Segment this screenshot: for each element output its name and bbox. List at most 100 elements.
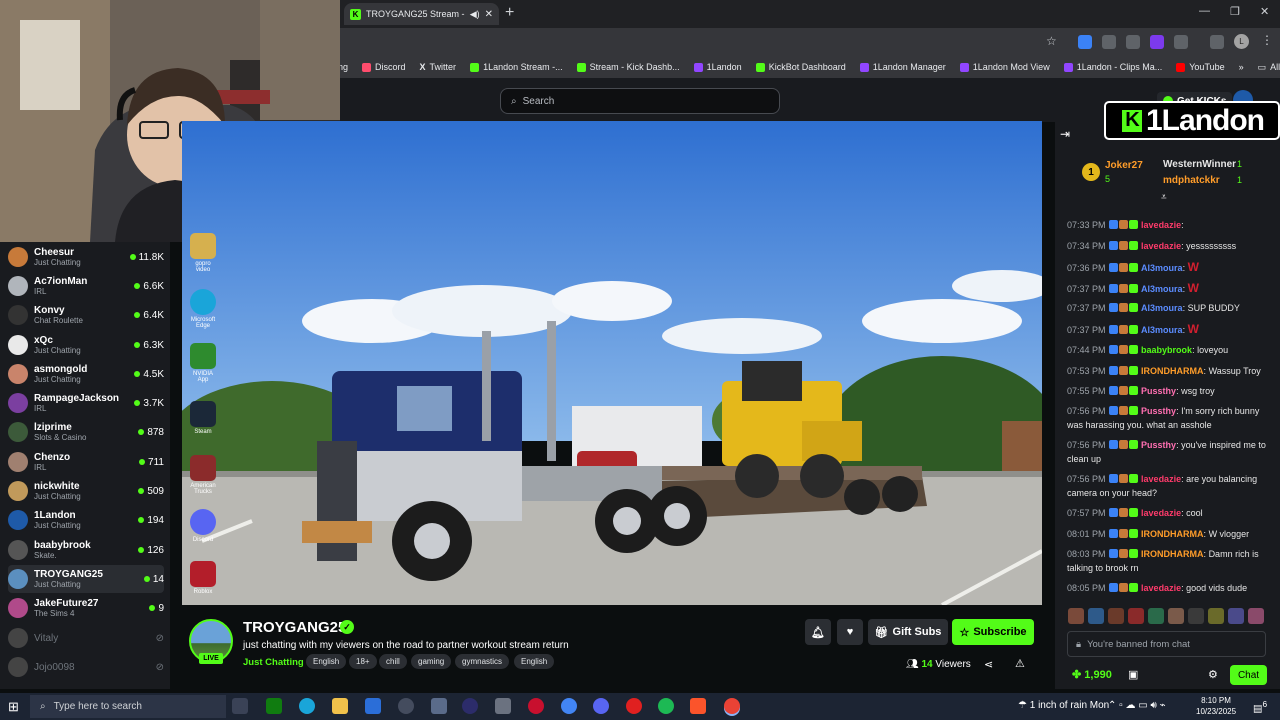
spotify-icon[interactable] — [658, 698, 674, 714]
chat-username[interactable]: lavedazie — [1141, 583, 1181, 593]
browser-tab-active[interactable]: K TROYGANG25 Stream - Wa ◀) ✕ — [344, 3, 499, 25]
chat-username[interactable]: Al3moura — [1141, 284, 1183, 294]
chat-username[interactable]: baabybrook — [1141, 345, 1192, 355]
sidebar-channel-item[interactable]: Chenzo IRL 711 — [8, 448, 164, 476]
bookmark-item[interactable]: 1Landon - Clips Ma... — [1063, 62, 1162, 72]
chat-username[interactable]: IRONDHARMA — [1141, 529, 1204, 539]
chat-username[interactable]: lavedazie — [1141, 220, 1181, 230]
streamer-name[interactable]: TROYGANG25 — [243, 619, 346, 636]
chat-username[interactable]: lavedazie — [1141, 241, 1181, 251]
collapse-chat-icon[interactable]: ⇥ — [1060, 127, 1070, 141]
gift-box-icon[interactable]: ▣ — [1128, 668, 1138, 681]
chat-username[interactable]: Al3moura — [1141, 325, 1183, 335]
emote-icon[interactable] — [1088, 608, 1104, 624]
tab-close-icon[interactable]: ✕ — [485, 9, 493, 20]
emote-icon[interactable] — [1248, 608, 1264, 624]
emote-icon[interactable] — [1108, 608, 1124, 624]
extension-icon[interactable] — [1126, 35, 1140, 49]
extension-icon[interactable] — [1078, 35, 1092, 49]
share-icon[interactable]: ⋖ — [984, 658, 993, 671]
stream-tag[interactable]: gaming — [411, 654, 452, 669]
minimize-icon[interactable]: — — [1199, 5, 1210, 17]
chat-username[interactable]: Pussthy — [1141, 386, 1176, 396]
emote-icon[interactable] — [1188, 608, 1204, 624]
bookmark-item[interactable]: X Twitter — [420, 62, 457, 72]
stream-tag[interactable]: gymnastics — [455, 654, 510, 669]
leaderboard-user[interactable]: WesternWinner — [1163, 159, 1236, 170]
bookmarks-overflow-icon[interactable]: » — [1239, 62, 1244, 72]
windows-start-icon[interactable]: ⊞ — [8, 699, 19, 715]
calculator-icon[interactable] — [431, 698, 447, 714]
gift-subs-button[interactable]: 🎁︎ Gift Subs — [868, 619, 948, 645]
restore-icon[interactable]: ❐ — [1230, 5, 1240, 18]
app-icon[interactable] — [561, 698, 577, 714]
bookmark-item[interactable]: Discord — [362, 62, 406, 72]
sidebar-channel-item[interactable]: Vitaly ⊘ — [8, 624, 164, 652]
expand-leaderboard-icon[interactable]: ⩡ — [1161, 192, 1167, 203]
emote-icon[interactable] — [1168, 608, 1184, 624]
notification-center-icon[interactable]: ▤6 — [1253, 699, 1267, 714]
sidebar-channel-item[interactable]: Konvy Chat Roulette 6.4K — [8, 301, 164, 329]
bookmark-item[interactable]: 1Landon — [693, 62, 742, 72]
bookmark-item[interactable]: 1Landon Stream -... — [470, 62, 563, 72]
app-icon[interactable] — [398, 698, 414, 714]
task-view-icon[interactable] — [232, 698, 248, 714]
subscribe-button[interactable]: ☆ Subscribe — [952, 619, 1034, 645]
tab-audio-icon[interactable]: ◀) — [470, 9, 480, 20]
chat-username[interactable]: IRONDHARMA — [1141, 366, 1204, 376]
xbox-icon[interactable] — [266, 698, 282, 714]
system-tray-icons[interactable]: ⌃ ▫ ☁ ▭ 🔊︎ ⌁ — [1108, 700, 1166, 711]
chat-username[interactable]: IRONDHARMA — [1141, 549, 1204, 559]
obs-icon[interactable] — [626, 698, 642, 714]
all-bookmarks-folder[interactable]: ▭All Bookmarks — [1258, 62, 1280, 73]
stream-tag[interactable]: English — [306, 654, 347, 669]
sidebar-channel-item[interactable]: RampageJackson IRL 3.7K — [8, 389, 164, 417]
store-icon[interactable] — [365, 698, 381, 714]
chat-username[interactable]: lavedazie — [1141, 508, 1181, 518]
chat-send-button[interactable]: Chat — [1230, 665, 1267, 685]
chat-username[interactable]: lavedazie — [1141, 474, 1181, 484]
sidebar-channel-item[interactable]: JakeFuture27 The Sims 4 9 — [8, 594, 164, 622]
taskbar-clock[interactable]: 8:10 PM 10/23/2025 — [1196, 695, 1236, 717]
sidebar-channel-item[interactable]: TROYGANG25 Just Chatting 14 — [8, 565, 164, 593]
emote-icon[interactable] — [1148, 608, 1164, 624]
emote-icon[interactable] — [1128, 608, 1144, 624]
extensions-puzzle-icon[interactable] — [1174, 35, 1188, 49]
bookmark-item[interactable]: 1Landon Mod View — [959, 62, 1050, 72]
extension-icon[interactable] — [1102, 35, 1116, 49]
follow-heart-button[interactable]: ♥ — [837, 619, 863, 645]
file-explorer-icon[interactable] — [332, 698, 348, 714]
reading-list-icon[interactable] — [1210, 35, 1224, 49]
channel-points[interactable]: ✤ 1,990 — [1072, 668, 1112, 681]
bookmark-star-icon[interactable]: ☆ — [1046, 34, 1057, 48]
new-tab-button[interactable]: + — [505, 4, 514, 22]
emote-icon[interactable] — [1208, 608, 1224, 624]
emote-icon[interactable] — [1068, 608, 1084, 624]
chat-username[interactable]: Al3moura — [1141, 303, 1183, 313]
settings-gear-icon[interactable] — [495, 698, 511, 714]
sidebar-channel-item[interactable]: Jojo0098 ⊘ — [8, 653, 164, 681]
notifications-bell-button[interactable]: 🔔︎ — [805, 619, 831, 645]
bookmark-item[interactable]: 1Landon Manager — [859, 62, 946, 72]
browser-menu-icon[interactable]: ⋮ — [1261, 33, 1273, 47]
profile-avatar[interactable]: L — [1234, 34, 1249, 49]
taskbar-search-input[interactable]: ⌕ Type here to search — [30, 695, 226, 718]
chrome-icon[interactable] — [724, 698, 740, 714]
leaderboard-user[interactable]: mdphatckkr — [1163, 175, 1220, 186]
chat-username[interactable]: Al3moura — [1141, 263, 1183, 273]
chat-username[interactable]: Pussthy — [1141, 440, 1176, 450]
sidebar-channel-item[interactable]: nickwhite Just Chatting 509 — [8, 477, 164, 505]
brave-icon[interactable] — [690, 698, 706, 714]
stream-tag[interactable]: English — [514, 654, 555, 669]
sidebar-channel-item[interactable]: 1Landon Just Chatting 194 — [8, 506, 164, 534]
chat-settings-gear-icon[interactable]: ⚙ — [1208, 668, 1218, 681]
weather-widget[interactable]: ☂ 1 inch of rain Mon — [1018, 700, 1109, 711]
extension-icon[interactable] — [1150, 35, 1164, 49]
sidebar-channel-item[interactable]: asmongold Just Chatting 4.5K — [8, 360, 164, 388]
report-warning-icon[interactable]: ⚠ — [1015, 657, 1025, 670]
leaderboard-user[interactable]: Joker27 — [1105, 160, 1143, 171]
emote-icon[interactable] — [1228, 608, 1244, 624]
app-icon[interactable] — [528, 698, 544, 714]
sidebar-channel-item[interactable]: baabybrook Skate. 126 — [8, 536, 164, 564]
media-player-icon[interactable] — [462, 698, 478, 714]
